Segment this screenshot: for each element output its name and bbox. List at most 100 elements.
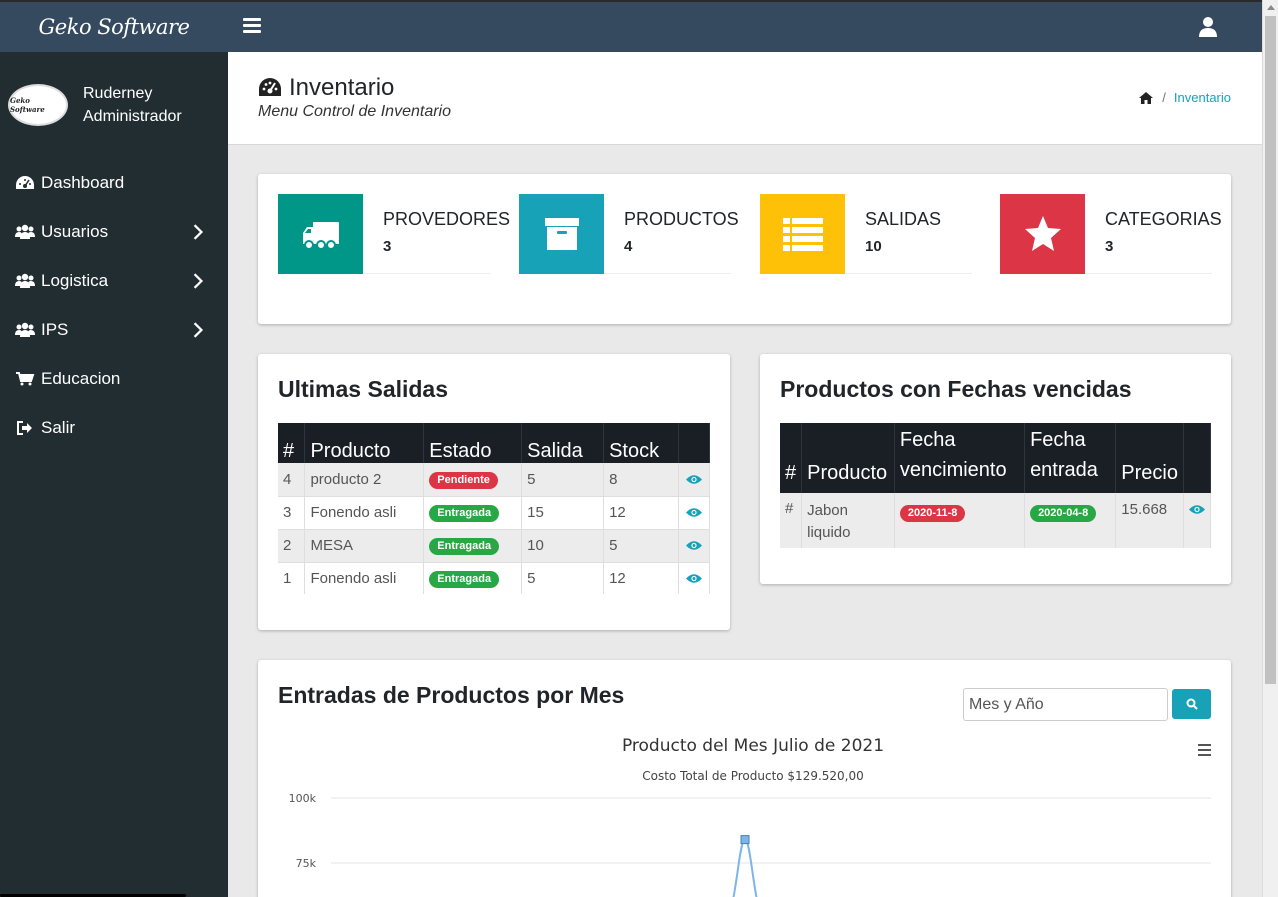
table-row: # Jabon liquido 2020-11-8 2020-04-8 15.6…: [780, 493, 1212, 548]
cell-producto: Jabon liquido: [801, 493, 895, 548]
column-header: Producto: [801, 423, 895, 493]
chevron-right-icon: [193, 322, 204, 338]
cell-stock: 12: [603, 562, 679, 594]
cell-action: [678, 463, 711, 497]
stat-provedores[interactable]: PROVEDORES 3: [278, 194, 510, 274]
avatar: Geko Software: [8, 84, 68, 126]
page-title: Inventario: [258, 74, 394, 102]
stat-label: SALIDAS: [865, 209, 942, 229]
stat-productos[interactable]: PRODUCTOS 4: [519, 194, 739, 274]
data-point[interactable]: [740, 835, 750, 845]
column-header: Fecha entrada: [1024, 423, 1117, 493]
top-navbar: Geko Software: [0, 0, 1262, 52]
star-icon: [1024, 216, 1061, 251]
date-badge: 2020-04-8: [1030, 505, 1097, 522]
sidebar-item-label: Salir: [41, 417, 76, 437]
scroll-thumb[interactable]: [1265, 16, 1276, 684]
table-row: 3 Fonendo asli Entragada 15 12: [278, 496, 711, 530]
dashboard-icon: [259, 78, 281, 96]
sidebar-item-educacion[interactable]: Educacion: [0, 354, 228, 403]
stat-icon-box: [519, 194, 604, 274]
stat-label: PROVEDORES: [383, 209, 511, 229]
productos-vencidos-card: Productos con Fechas vencidas # Producto…: [760, 354, 1231, 584]
eye-icon[interactable]: [685, 474, 702, 485]
stat-label: PRODUCTOS: [624, 209, 739, 229]
cell-num: 2: [278, 529, 306, 563]
user-icon[interactable]: [1198, 16, 1218, 38]
stat-salidas[interactable]: SALIDAS 10: [760, 194, 972, 274]
cell-action: [678, 496, 711, 530]
eye-icon[interactable]: [685, 540, 702, 551]
series-line: [732, 838, 758, 897]
cell-precio: 15.668: [1115, 493, 1184, 548]
card-title: Productos con Fechas vencidas: [780, 376, 1132, 402]
sidebar-item-label: IPS: [41, 319, 69, 339]
column-header: #: [780, 423, 803, 493]
eye-icon[interactable]: [1188, 504, 1205, 515]
sidebar-item-label: Usuarios: [41, 221, 109, 241]
content-header: Inventario Menu Control de Inventario / …: [228, 52, 1262, 145]
stat-categorias[interactable]: CATEGORIAS 3: [1000, 194, 1222, 274]
users-icon: [15, 273, 35, 288]
user-name: Ruderney: [83, 85, 153, 102]
column-header: [1183, 423, 1212, 493]
stat-icon-box: [760, 194, 845, 274]
sidebar-item-logistica[interactable]: Logistica: [0, 256, 228, 305]
cell-producto: Fonendo asli: [304, 496, 425, 530]
y-tick-label: 100k: [289, 792, 317, 805]
stats-card: PROVEDORES 3 PRODUCTOS 4 SALIDAS 10 CATE…: [258, 174, 1231, 324]
cell-vencimiento: 2020-11-8: [894, 493, 1026, 548]
column-header: #: [278, 423, 306, 463]
sidebar-nav: Dashboard Usuarios Logistica IPS Educaci…: [0, 158, 228, 452]
column-header: Producto: [304, 423, 425, 463]
eye-icon[interactable]: [685, 507, 702, 518]
sidebar-item-dashboard[interactable]: Dashboard: [0, 158, 228, 207]
sidebar-item-ips[interactable]: IPS: [0, 305, 228, 354]
sidebar: Geko Software Ruderney Administrador Das…: [0, 52, 228, 897]
stat-value: 3: [1105, 238, 1114, 255]
column-header: Salida: [521, 423, 605, 463]
cell-salida: 10: [521, 529, 605, 563]
cart-icon: [16, 371, 35, 385]
brand-logo[interactable]: Geko Software: [0, 2, 228, 52]
eye-icon[interactable]: [685, 573, 702, 584]
sidebar-item-salir[interactable]: Salir: [0, 403, 228, 452]
cell-stock: 8: [603, 463, 679, 497]
card-title: Ultimas Salidas: [278, 376, 449, 402]
stat-icon-box: [278, 194, 363, 274]
sidebar-item-label: Logistica: [41, 270, 109, 290]
sidebar-item-usuarios[interactable]: Usuarios: [0, 207, 228, 256]
home-icon[interactable]: [1138, 91, 1154, 105]
breadcrumb: / Inventario: [1138, 90, 1231, 105]
cell-producto: producto 2: [304, 463, 425, 497]
page-scrollbar[interactable]: [1262, 0, 1278, 897]
user-role: Administrador: [83, 108, 182, 125]
page-title-text: Inventario: [289, 74, 395, 101]
ultimas-salidas-card: Ultimas Salidas # Producto Estado Salida…: [258, 354, 730, 630]
cell-estado: Pendiente: [423, 463, 523, 497]
sidebar-item-label: Dashboard: [41, 172, 125, 192]
column-header: Estado: [423, 423, 523, 463]
y-tick-label: 75k: [296, 857, 317, 870]
status-badge: Pendiente: [429, 471, 498, 489]
breadcrumb-link[interactable]: Inventario: [1174, 90, 1231, 105]
stat-icon-box: [1000, 194, 1085, 274]
table-row: 4 producto 2 Pendiente 5 8: [278, 463, 711, 497]
status-badge: Entragada: [429, 505, 500, 522]
chevron-right-icon: [193, 224, 204, 240]
users-icon: [15, 322, 35, 337]
status-badge: Entragada: [429, 538, 500, 555]
page-subtitle: Menu Control de Inventario: [258, 103, 451, 120]
cell-salida: 5: [521, 562, 605, 594]
scroll-up-icon[interactable]: [1267, 5, 1275, 10]
cell-action: [678, 562, 711, 594]
cell-salida: 15: [521, 496, 605, 530]
table-row: 1 Fonendo asli Entragada 5 12: [278, 562, 711, 594]
menu-toggle-icon[interactable]: [243, 18, 261, 34]
cell-salida: 5: [521, 463, 605, 497]
stat-value: 3: [383, 238, 392, 255]
column-header: Stock: [603, 423, 679, 463]
cell-entrada: 2020-04-8: [1024, 493, 1117, 548]
sign-out-icon: [17, 420, 32, 435]
status-badge: Entragada: [429, 570, 500, 588]
